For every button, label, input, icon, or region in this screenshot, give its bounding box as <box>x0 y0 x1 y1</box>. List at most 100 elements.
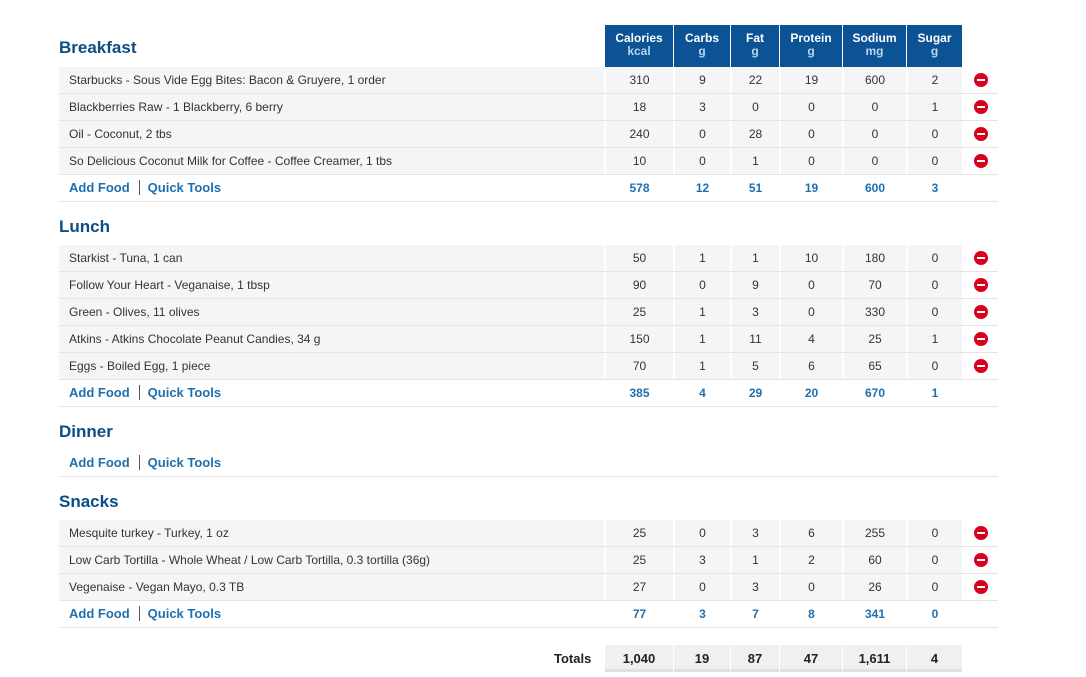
sugar-value: 0 <box>907 547 962 573</box>
sugar-value: 0 <box>907 148 962 174</box>
carbs-value: 1 <box>674 326 730 352</box>
minus-circle-icon[interactable] <box>974 553 988 567</box>
carbs-value: 1 <box>674 353 730 379</box>
fat-total: 7 <box>731 601 779 627</box>
minus-circle-icon[interactable] <box>974 359 988 373</box>
carbs-value: 0 <box>674 272 730 298</box>
carbs-total: 12 <box>674 175 730 201</box>
protein-value: 0 <box>780 148 842 174</box>
fat-value: 3 <box>731 574 779 600</box>
link-separator <box>138 455 140 470</box>
sodium-value: 0 <box>843 121 906 147</box>
sodium-value: 65 <box>843 353 906 379</box>
food-name[interactable]: Vegenaise - Vegan Mayo, 0.3 TB <box>59 574 604 600</box>
grand-total-carbs: 19 <box>674 645 730 672</box>
quick-tools-link[interactable]: Quick Tools <box>148 180 221 195</box>
calories-value: 310 <box>605 67 673 93</box>
sugar-total: 3 <box>907 175 962 201</box>
column-header-fat: Fat g <box>731 25 779 67</box>
food-name[interactable]: Blackberries Raw - 1 Blackberry, 6 berry <box>59 94 604 120</box>
fat-value: 11 <box>731 326 779 352</box>
minus-circle-icon[interactable] <box>974 580 988 594</box>
quick-tools-link[interactable]: Quick Tools <box>148 606 221 621</box>
calories-total: 77 <box>605 601 673 627</box>
food-row: Starkist - Tuna, 1 can 50 1 1 10 180 0 <box>59 245 998 272</box>
calories-value: 70 <box>605 353 673 379</box>
sodium-value: 25 <box>843 326 906 352</box>
calories-value: 150 <box>605 326 673 352</box>
add-food-link[interactable]: Add Food <box>69 385 130 400</box>
sugar-total: 1 <box>907 380 962 406</box>
minus-circle-icon[interactable] <box>974 100 988 114</box>
minus-circle-icon[interactable] <box>974 332 988 346</box>
fat-value: 9 <box>731 272 779 298</box>
add-food-link[interactable]: Add Food <box>69 180 130 195</box>
carbs-value: 1 <box>674 245 730 271</box>
food-name[interactable]: So Delicious Coconut Milk for Coffee - C… <box>59 148 604 174</box>
food-name[interactable]: Oil - Coconut, 2 tbs <box>59 121 604 147</box>
column-header-carbs: Carbs g <box>674 25 730 67</box>
food-name[interactable]: Mesquite turkey - Turkey, 1 oz <box>59 520 604 546</box>
meal-actions: Add Food Quick Tools <box>69 601 221 627</box>
fat-value: 0 <box>731 94 779 120</box>
column-header-calories: Calories kcal <box>605 25 673 67</box>
sugar-value: 1 <box>907 326 962 352</box>
protein-total: 19 <box>780 175 842 201</box>
minus-circle-icon[interactable] <box>974 526 988 540</box>
sodium-total: 600 <box>843 175 906 201</box>
calories-value: 10 <box>605 148 673 174</box>
meal-actions: Add Food Quick Tools <box>69 175 221 201</box>
food-name[interactable]: Green - Olives, 11 olives <box>59 299 604 325</box>
meal-title-snacks: Snacks <box>59 492 119 511</box>
sodium-value: 0 <box>843 148 906 174</box>
protein-total: 8 <box>780 601 842 627</box>
quick-tools-link[interactable]: Quick Tools <box>148 385 221 400</box>
minus-circle-icon[interactable] <box>974 73 988 87</box>
fat-total: 51 <box>731 175 779 201</box>
meal-title-dinner: Dinner <box>59 422 113 441</box>
meal-title-breakfast: Breakfast <box>59 38 137 57</box>
food-row: Starbucks - Sous Vide Egg Bites: Bacon &… <box>59 67 998 94</box>
protein-value: 6 <box>780 353 842 379</box>
grand-total-sugar: 4 <box>907 645 962 672</box>
quick-tools-link[interactable]: Quick Tools <box>148 455 221 470</box>
minus-circle-icon[interactable] <box>974 278 988 292</box>
sodium-value: 60 <box>843 547 906 573</box>
fat-value: 1 <box>731 547 779 573</box>
calories-value: 90 <box>605 272 673 298</box>
add-food-link[interactable]: Add Food <box>69 606 130 621</box>
food-name[interactable]: Low Carb Tortilla - Whole Wheat / Low Ca… <box>59 547 604 573</box>
food-name[interactable]: Starbucks - Sous Vide Egg Bites: Bacon &… <box>59 67 604 93</box>
add-food-link[interactable]: Add Food <box>69 455 130 470</box>
meal-title-lunch: Lunch <box>59 217 110 236</box>
sodium-value: 255 <box>843 520 906 546</box>
grand-total-protein: 47 <box>780 645 842 672</box>
sugar-value: 0 <box>907 574 962 600</box>
link-separator <box>138 385 140 400</box>
food-name[interactable]: Starkist - Tuna, 1 can <box>59 245 604 271</box>
meal-actions: Add Food Quick Tools <box>69 450 221 476</box>
food-name[interactable]: Follow Your Heart - Veganaise, 1 tbsp <box>59 272 604 298</box>
food-row: Mesquite turkey - Turkey, 1 oz 25 0 3 6 … <box>59 520 998 547</box>
minus-circle-icon[interactable] <box>974 127 988 141</box>
fat-value: 3 <box>731 520 779 546</box>
food-name[interactable]: Eggs - Boiled Egg, 1 piece <box>59 353 604 379</box>
minus-circle-icon[interactable] <box>974 305 988 319</box>
protein-value: 0 <box>780 272 842 298</box>
food-row: Vegenaise - Vegan Mayo, 0.3 TB 27 0 3 0 … <box>59 574 998 601</box>
column-header-sugar: Sugar g <box>907 25 962 67</box>
minus-circle-icon[interactable] <box>974 154 988 168</box>
carbs-value: 0 <box>674 148 730 174</box>
sodium-value: 600 <box>843 67 906 93</box>
food-name[interactable]: Atkins - Atkins Chocolate Peanut Candies… <box>59 326 604 352</box>
calories-value: 27 <box>605 574 673 600</box>
minus-circle-icon[interactable] <box>974 251 988 265</box>
sodium-value: 180 <box>843 245 906 271</box>
calories-value: 240 <box>605 121 673 147</box>
meal-totals-row: Add Food Quick Tools 385 4 29 20 670 1 <box>59 380 998 407</box>
protein-value: 0 <box>780 121 842 147</box>
sugar-value: 0 <box>907 245 962 271</box>
calories-value: 25 <box>605 547 673 573</box>
carbs-value: 3 <box>674 94 730 120</box>
calories-value: 18 <box>605 94 673 120</box>
